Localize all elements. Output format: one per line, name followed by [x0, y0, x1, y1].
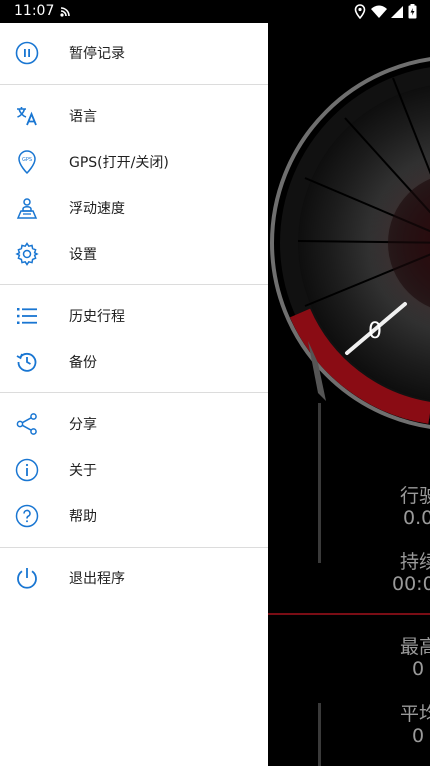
speed-readout: 0	[368, 319, 382, 344]
stat-value-distance: 0.0	[403, 507, 430, 529]
stats-divider	[268, 613, 430, 615]
svg-text:GPS: GPS	[22, 157, 32, 163]
menu-label: 备份	[69, 355, 97, 371]
menu-item-backup[interactable]: 备份	[0, 339, 268, 385]
menu-label: 退出程序	[69, 571, 125, 587]
stat-label-max: 最高	[400, 636, 430, 658]
map-person-icon	[14, 195, 40, 221]
help-icon	[14, 503, 40, 529]
gps-location-icon: GPS	[14, 149, 40, 175]
menu-item-gps-toggle[interactable]: GPS GPS(打开/关闭)	[0, 139, 268, 185]
drawer-divider	[0, 392, 268, 393]
drawer-divider	[0, 284, 268, 285]
menu-label: 帮助	[69, 509, 97, 525]
menu-label: 历史行程	[69, 309, 125, 325]
menu-item-settings[interactable]: 设置	[0, 231, 268, 277]
power-icon	[14, 565, 40, 591]
stat-value-avg: 0	[412, 725, 425, 747]
gear-icon	[14, 241, 40, 267]
share-icon	[14, 411, 40, 437]
wifi-icon	[371, 4, 387, 23]
menu-label: 分享	[69, 417, 97, 433]
menu-item-exit-app[interactable]: 退出程序	[0, 555, 268, 601]
pause-circle-icon	[14, 40, 40, 66]
stat-label-duration: 持续	[400, 551, 430, 573]
menu-item-pause-recording[interactable]: 暂停记录	[0, 30, 268, 76]
stat-value-duration: 00:0	[392, 573, 430, 595]
location-icon	[354, 4, 366, 23]
menu-item-share[interactable]: 分享	[0, 401, 268, 447]
menu-label: 设置	[69, 247, 97, 263]
menu-item-help[interactable]: 帮助	[0, 493, 268, 539]
status-bar: 11:07	[0, 0, 430, 23]
menu-item-about[interactable]: 关于	[0, 447, 268, 493]
stat-label-avg: 平均	[400, 703, 430, 725]
history-restore-icon	[14, 349, 40, 375]
info-icon	[14, 457, 40, 483]
battery-icon	[408, 4, 417, 23]
translate-icon	[14, 103, 40, 129]
cast-signal-icon	[58, 4, 72, 23]
menu-item-trip-history[interactable]: 历史行程	[0, 293, 268, 339]
drawer-divider	[0, 84, 268, 85]
menu-label: 浮动速度	[69, 201, 125, 217]
status-time: 11:07	[14, 3, 55, 19]
stat-label-distance: 行驶	[400, 485, 430, 507]
signal-icon	[390, 4, 404, 23]
list-icon	[14, 303, 40, 329]
menu-label: 关于	[69, 463, 97, 479]
menu-item-floating-speed[interactable]: 浮动速度	[0, 185, 268, 231]
menu-label: GPS(打开/关闭)	[69, 155, 169, 171]
drawer-divider	[0, 547, 268, 548]
navigation-drawer: 暂停记录 语言 GPS GPS(打开/关闭) 浮动速度 设置 历史行程 备份 分…	[0, 23, 268, 766]
menu-label: 语言	[69, 109, 97, 125]
menu-item-language[interactable]: 语言	[0, 93, 268, 139]
stat-value-max: 0	[412, 658, 425, 680]
menu-label: 暂停记录	[69, 46, 125, 62]
